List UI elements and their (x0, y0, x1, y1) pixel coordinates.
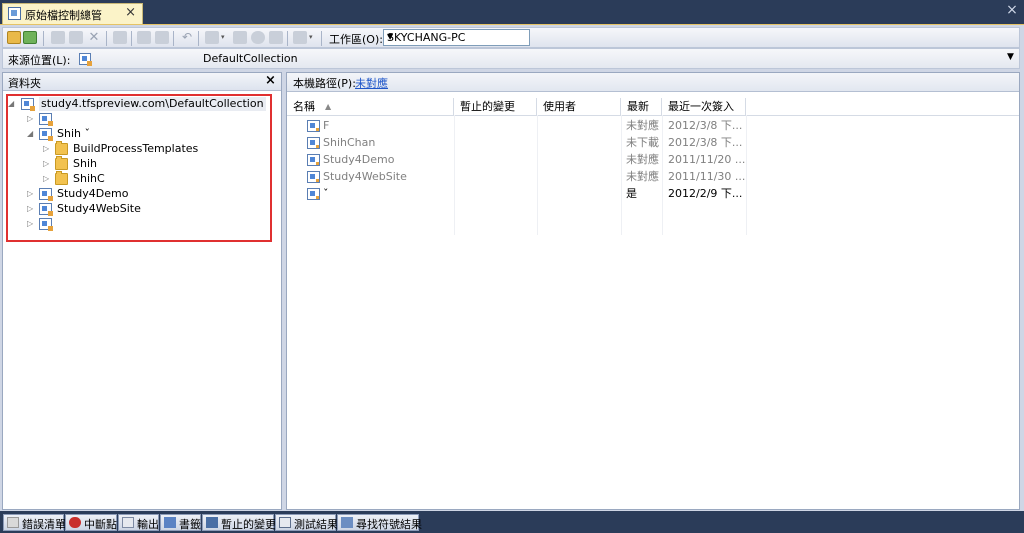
breakpoint-icon (69, 517, 81, 528)
item-latest: 未對應 (626, 153, 659, 166)
item-name: Study4WebSite (323, 170, 407, 183)
find-symbol-icon (341, 517, 353, 528)
properties-icon[interactable] (269, 31, 283, 44)
tab-output[interactable]: 輸出 (118, 514, 159, 531)
source-control-explorer-window: ✕ ↶ ▾ ▾ 工作區(O): SKYCHANG-PC ▼ 來源位置(L): D… (0, 24, 1024, 511)
new-folder-icon[interactable] (51, 31, 65, 44)
tab-label: 暫止的變更 (221, 518, 276, 531)
list-item[interactable]: Study4Demo 未對應 2011/11/20 ... (287, 151, 1019, 168)
check-out-icon[interactable] (137, 31, 151, 44)
merge-icon[interactable] (293, 31, 307, 44)
error-list-icon (7, 517, 19, 528)
tab-label: 測試結果 (294, 518, 338, 531)
item-latest: 未下載 (626, 136, 659, 149)
tab-label: 錯誤清單 (22, 518, 66, 531)
tab-label: 書籤 (179, 518, 201, 531)
tab-title: 原始檔控制總管 (25, 9, 102, 22)
local-path-label: 本機路徑(P): (293, 77, 356, 90)
delete-icon[interactable]: ✕ (87, 31, 101, 44)
tab-test-results[interactable]: 測試結果 (275, 514, 338, 531)
pending-changes-icon (206, 517, 218, 528)
list-item[interactable]: F 未對應 2012/3/8 下... (287, 117, 1019, 134)
sort-ascending-icon: ▲ (325, 102, 332, 111)
workspace-label: 工作區(O): (329, 33, 383, 46)
tab-label: 尋找符號結果 (356, 518, 422, 531)
source-control-icon (8, 7, 21, 20)
add-files-icon[interactable] (69, 31, 83, 44)
test-results-icon (279, 517, 291, 528)
item-last-checkin: 2012/2/9 下... (668, 187, 743, 200)
tab-label: 輸出 (137, 518, 159, 531)
folders-pane: 資料夾 × ◢ study4.tfspreview.com\DefaultCol… (2, 72, 282, 510)
folders-title: 資料夾 (8, 77, 41, 90)
close-pane-icon[interactable]: × (265, 73, 276, 88)
team-project-icon (307, 171, 320, 183)
check-in-icon[interactable] (155, 31, 169, 44)
tab-label: 中斷點 (84, 518, 117, 531)
column-name-label: 名稱 (293, 100, 315, 113)
tab-breakpoints[interactable]: 中斷點 (65, 514, 117, 531)
item-last-checkin: 2011/11/30 ... (668, 170, 746, 183)
column-latest[interactable]: 最新 (621, 98, 662, 115)
team-project-icon (307, 188, 320, 200)
tab-source-control-explorer[interactable]: 原始檔控制總管 × (2, 3, 143, 24)
column-pending-changes[interactable]: 暫止的變更 (454, 98, 537, 115)
source-location-input[interactable]: DefaultCollection (203, 52, 298, 65)
open-folder-icon[interactable] (7, 31, 21, 44)
get-latest-icon[interactable] (113, 31, 127, 44)
folders-pane-header: 資料夾 × (3, 73, 281, 91)
column-pending-label: 暫止的變更 (460, 100, 515, 113)
column-last-checkin[interactable]: 最近一次簽入 (662, 98, 746, 115)
column-user[interactable]: 使用者 (537, 98, 621, 115)
tab-close-icon[interactable]: × (125, 5, 136, 20)
item-latest: 未對應 (626, 119, 659, 132)
compare-icon[interactable] (205, 31, 219, 44)
collection-icon (79, 53, 92, 66)
source-location-bar: 來源位置(L): DefaultCollection ▼ (2, 48, 1020, 69)
tab-error-list[interactable]: 錯誤清單 (3, 514, 66, 531)
chevron-down-icon: ▼ (387, 32, 394, 41)
tab-pending-changes[interactable]: 暫止的變更 (202, 514, 276, 531)
column-header: 名稱 ▲ 暫止的變更 使用者 最新 最近一次簽入 (287, 98, 1019, 116)
local-path-link[interactable]: 未對應 (355, 75, 388, 91)
workspace-select[interactable]: SKYCHANG-PC ▼ (383, 29, 530, 46)
item-last-checkin: 2011/11/20 ... (668, 153, 746, 166)
bookmark-icon (164, 517, 176, 528)
column-name[interactable]: 名稱 ▲ (287, 98, 454, 115)
toolbar: ✕ ↶ ▾ ▾ 工作區(O): SKYCHANG-PC ▼ (2, 27, 1020, 48)
list-item[interactable]: ˇ 是 2012/2/9 下... (287, 185, 1019, 202)
history-icon[interactable] (251, 31, 265, 44)
refresh-icon[interactable] (23, 31, 37, 44)
team-project-icon (307, 154, 320, 166)
item-name: ˇ (323, 187, 329, 200)
window-close-icon[interactable]: × (1004, 2, 1020, 18)
column-checkin-label: 最近一次簽入 (668, 100, 734, 113)
source-location-label: 來源位置(L): (8, 54, 71, 67)
tab-find-symbol-results[interactable]: 尋找符號結果 (337, 514, 422, 531)
highlight-box (6, 94, 272, 242)
item-name: F (323, 119, 330, 132)
source-dropdown-icon[interactable]: ▼ (1007, 52, 1014, 62)
output-icon (122, 517, 134, 528)
contents-pane: 本機路徑(P): 未對應 名稱 ▲ 暫止的變更 使用者 最新 最近一次簽入 F … (286, 72, 1020, 510)
tool-window-tabs: 錯誤清單 中斷點 輸出 書籤 暫止的變更 測試結果 尋找符號結果 (0, 511, 1024, 533)
local-path-bar: 本機路徑(P): 未對應 (287, 73, 1019, 92)
item-name: ShihChan (323, 136, 376, 149)
column-latest-label: 最新 (627, 100, 649, 113)
document-tab-strip: 原始檔控制總管 × × (0, 0, 1024, 24)
team-project-icon (307, 120, 320, 132)
column-user-label: 使用者 (543, 100, 576, 113)
item-latest: 未對應 (626, 170, 659, 183)
item-latest: 是 (626, 187, 637, 200)
item-last-checkin: 2012/3/8 下... (668, 136, 743, 149)
tab-bookmarks[interactable]: 書籤 (160, 514, 201, 531)
item-name: Study4Demo (323, 153, 395, 166)
team-project-icon (307, 137, 320, 149)
list-item[interactable]: Study4WebSite 未對應 2011/11/30 ... (287, 168, 1019, 185)
item-last-checkin: 2012/3/8 下... (668, 119, 743, 132)
undo-icon[interactable]: ↶ (180, 31, 194, 44)
branch-icon[interactable] (233, 31, 247, 44)
list-item[interactable]: ShihChan 未下載 2012/3/8 下... (287, 134, 1019, 151)
